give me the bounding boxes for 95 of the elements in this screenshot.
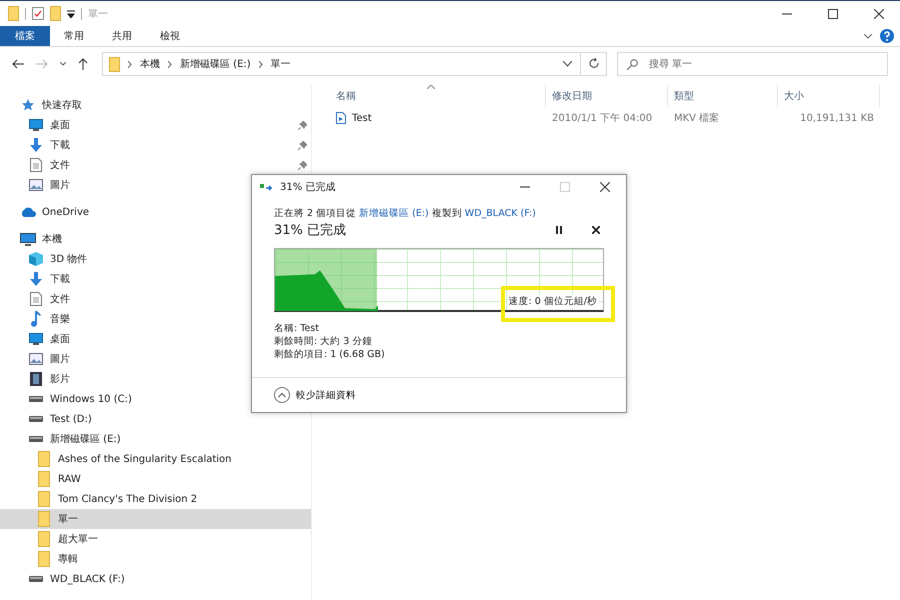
address-bar[interactable]: 本機 新增磁碟區 (E:) 單一	[102, 52, 607, 76]
column-header[interactable]: 名稱	[330, 85, 546, 107]
folder-icon	[38, 491, 50, 507]
copy-arrow-icon	[260, 182, 274, 192]
down-arrow-icon	[29, 138, 43, 152]
close-icon[interactable]	[592, 226, 600, 234]
back-arrow-icon[interactable]	[12, 59, 24, 69]
nav-item[interactable]: 文件	[0, 155, 311, 175]
drive-icon	[29, 436, 43, 442]
window-title: 單一	[88, 8, 108, 20]
source-link[interactable]: 新增磁碟區 (E:)	[359, 208, 429, 219]
monitor-icon	[20, 232, 36, 246]
star-icon	[21, 98, 35, 112]
down-arrow-icon	[29, 272, 43, 286]
chevron-up-icon	[274, 387, 290, 403]
search-field[interactable]: 搜尋 單一	[617, 52, 888, 76]
detail-line: 名稱: Test	[274, 322, 320, 335]
breadcrumb[interactable]: 單一	[270, 57, 291, 71]
chevron-down-icon[interactable]	[60, 62, 66, 66]
nav-item[interactable]: RAW	[0, 469, 311, 489]
nav-item[interactable]: Ashes of the Singularity Escalation	[0, 449, 311, 469]
ribbon-tab[interactable]: 常用	[50, 26, 98, 46]
picture-icon	[29, 353, 43, 365]
folder-icon	[38, 471, 50, 487]
destination-link[interactable]: WD_BLACK (F:)	[464, 208, 536, 219]
nav-item[interactable]: Tom Clancy's The Division 2	[0, 489, 311, 509]
transfer-speed: 速度: 0 個位元組/秒	[506, 295, 599, 308]
drive-icon	[29, 396, 43, 402]
ribbon-tab[interactable]: 檢視	[146, 26, 194, 46]
dialog-title: 31% 已完成	[280, 180, 336, 194]
dropdown-icon[interactable]	[67, 10, 75, 18]
film-icon	[30, 372, 42, 386]
maximize-icon	[560, 182, 570, 192]
folder-icon	[38, 511, 50, 527]
chevron-down-icon[interactable]	[864, 34, 872, 38]
folder-icon	[38, 551, 50, 567]
cube-icon	[29, 252, 43, 266]
pin-icon[interactable]	[298, 140, 307, 150]
table-cell-text: 2010/1/1 下午 04:00	[551, 112, 654, 125]
checkmark-document-icon[interactable]	[32, 7, 44, 20]
chevron-right-icon	[258, 60, 263, 68]
column-header[interactable]: 類型	[668, 85, 778, 107]
chevron-down-icon[interactable]	[563, 61, 572, 67]
ribbon-tab[interactable]: 檔案	[0, 26, 50, 46]
breadcrumb[interactable]: 新增磁碟區 (E:)	[180, 57, 251, 71]
maximize-icon[interactable]	[828, 8, 838, 18]
column-header[interactable]: 大小	[778, 85, 880, 107]
details-toggle[interactable]: 較少詳細資料	[274, 387, 356, 403]
table-cell-text: MKV 檔案	[673, 112, 720, 125]
file-name[interactable]: Test	[352, 112, 372, 124]
document-icon	[30, 158, 42, 172]
nav-item[interactable]: 桌面	[0, 115, 311, 135]
monitor-icon	[29, 333, 43, 345]
nav-item[interactable]: WD_BLACK (F:)	[0, 569, 311, 589]
help-icon[interactable]	[880, 29, 894, 43]
nav-item[interactable]: 專輯	[0, 549, 311, 569]
pin-icon[interactable]	[298, 120, 307, 130]
detail-line: 剩餘的項目: 1 (6.68 GB)	[274, 348, 386, 361]
video-file-icon	[336, 112, 346, 124]
chevron-right-icon	[168, 60, 172, 68]
nav-item[interactable]: 下載	[0, 135, 311, 155]
breadcrumb[interactable]: 本機	[140, 57, 160, 71]
folder-icon	[38, 531, 50, 547]
search-icon	[627, 59, 638, 70]
detail-line: 剩餘時間: 大約 3 分鐘	[274, 335, 374, 348]
nav-item[interactable]: 單一	[0, 509, 311, 529]
nav-item[interactable]: 影片	[0, 369, 311, 389]
table-cell-text: 10,191,131 KB	[799, 112, 875, 124]
copy-description: 正在將 2 個項目從 新增磁碟區 (E:) 複製到 WD_BLACK (F:)	[274, 207, 537, 220]
column-header[interactable]: 修改日期	[546, 85, 668, 107]
up-arrow-icon[interactable]	[78, 58, 88, 70]
drive-icon	[29, 416, 43, 422]
music-note-icon	[31, 311, 41, 327]
folder-icon	[109, 56, 120, 72]
drive-icon	[29, 576, 43, 582]
cloud-icon	[20, 207, 36, 217]
nav-item[interactable]: 快速存取	[0, 95, 311, 115]
progress-heading: 31% 已完成	[274, 222, 346, 239]
folder-icon	[38, 451, 50, 467]
pause-icon[interactable]	[556, 226, 562, 234]
nav-item[interactable]: 超大單一	[0, 529, 311, 549]
nav-item[interactable]: 文件	[0, 289, 311, 309]
close-icon[interactable]	[874, 8, 884, 18]
document-icon	[30, 292, 42, 306]
chevron-right-icon	[128, 60, 132, 68]
refresh-icon[interactable]	[589, 58, 600, 70]
nav-item[interactable]: 新增磁碟區 (E:)	[0, 429, 311, 449]
nav-item[interactable]: Test (D:)	[0, 409, 311, 429]
picture-icon	[29, 179, 43, 191]
monitor-icon	[29, 119, 43, 131]
ribbon-tab[interactable]: 共用	[98, 26, 146, 46]
nav-item[interactable]: 下載	[0, 269, 311, 289]
close-icon[interactable]	[600, 182, 610, 192]
pin-icon[interactable]	[298, 160, 307, 170]
nav-item[interactable]: 3D 物件	[0, 249, 311, 269]
